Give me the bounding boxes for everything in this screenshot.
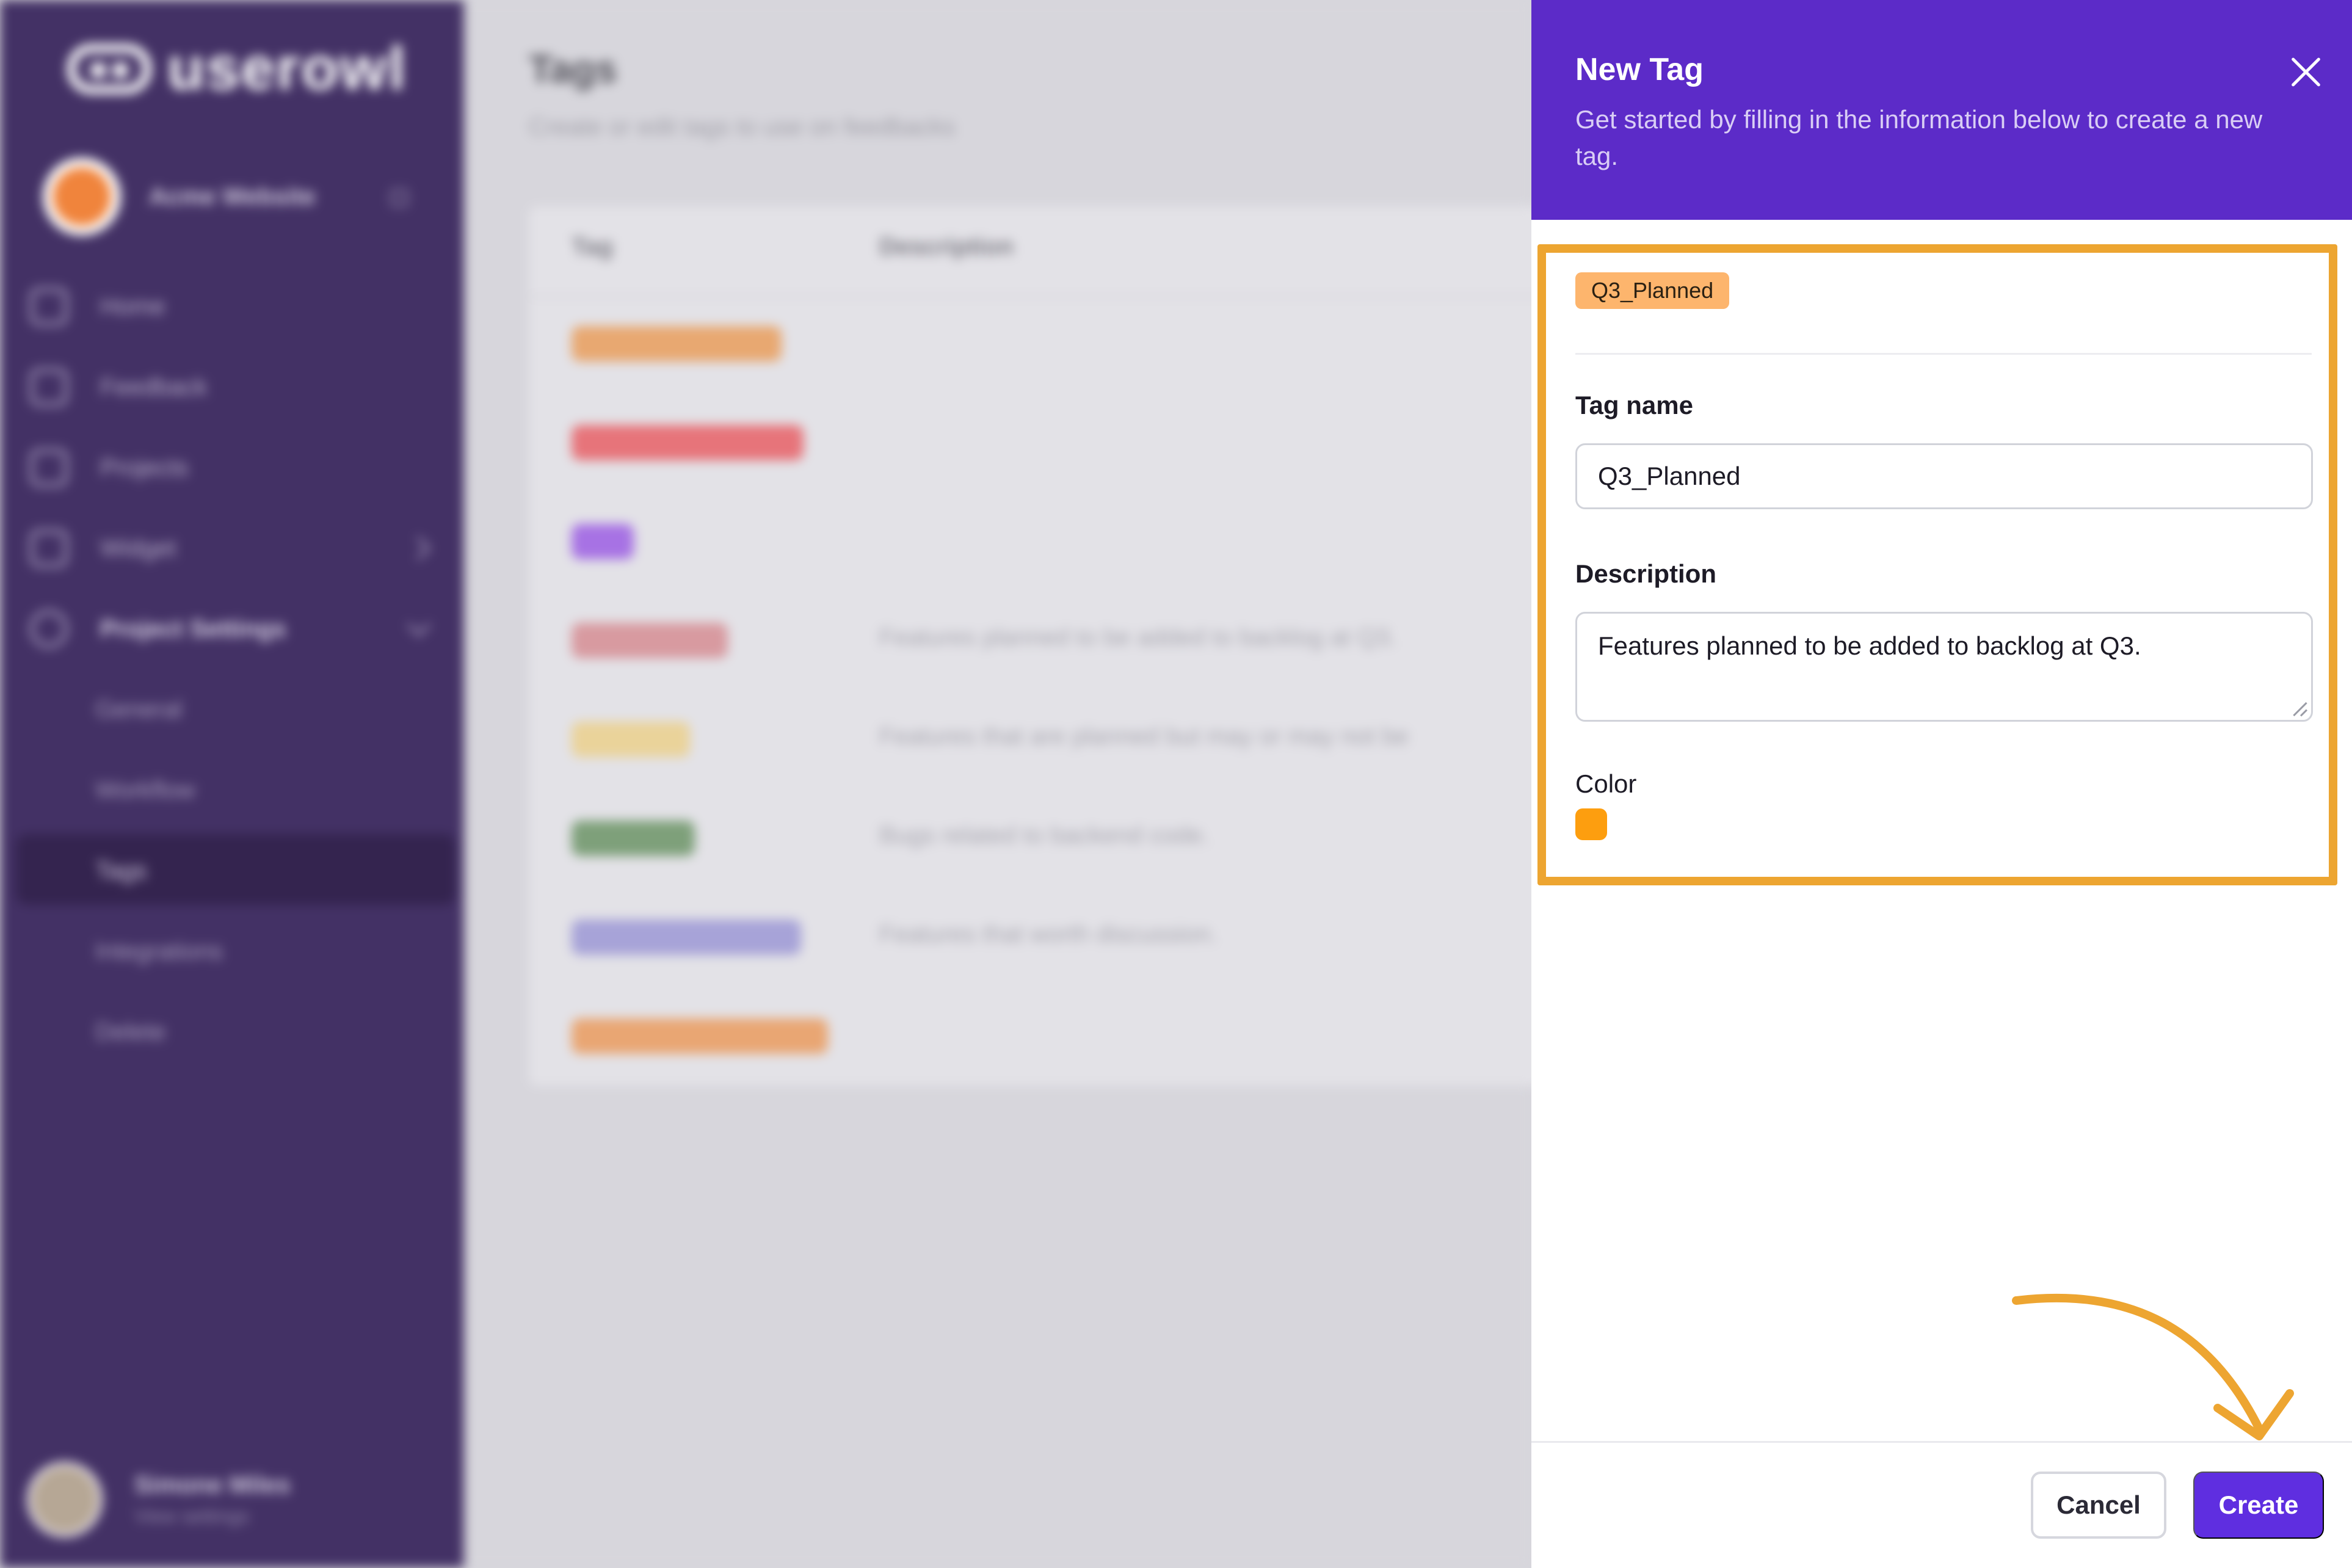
row-description: Features that are planned but may or may… [879, 723, 1409, 750]
row-description: Features that worth discussion. [879, 921, 1218, 948]
row-description: Features planned to be added to backlog … [879, 624, 1397, 651]
create-button[interactable]: Create [2193, 1472, 2324, 1539]
tag-chip[interactable] [572, 623, 728, 658]
drawer-description: Get started by filling in the informatio… [1575, 105, 2263, 170]
row-description: Bugs related to backend code. [879, 822, 1210, 849]
tags-table: Tag Description Features planned to be a… [529, 206, 1567, 1086]
sidebar-subitem-delete[interactable]: Delete [95, 1018, 166, 1046]
page-title: Tags [529, 47, 617, 91]
widget-icon [29, 529, 68, 568]
sidebar-subitem-workflow[interactable]: Workflow [95, 777, 195, 804]
tag-chip[interactable] [572, 920, 801, 955]
chevron-right-icon [407, 536, 431, 561]
active-nav-highlight [16, 834, 456, 905]
sidebar: userowl Acme Website Home Feedback Proje… [0, 0, 464, 1568]
sidebar-item-label: Project Settings [100, 615, 286, 642]
sidebar-item-home[interactable]: Home [29, 287, 165, 326]
home-icon [29, 287, 68, 326]
tag-chip[interactable] [572, 524, 634, 559]
tag-chip[interactable] [572, 326, 782, 361]
sidebar-item-project-settings[interactable]: Project Settings [29, 609, 286, 648]
project-avatar [43, 158, 121, 236]
arrow-annotation-icon [2012, 1293, 2294, 1440]
project-switcher[interactable]: Acme Website [43, 158, 316, 236]
gear-icon [29, 609, 68, 648]
logo: userowl [67, 34, 407, 104]
sidebar-subitem-integrations[interactable]: Integrations [95, 938, 223, 965]
sidebar-item-label: Projects [100, 454, 189, 481]
column-header-tag: Tag [572, 233, 614, 260]
avatar [27, 1462, 103, 1537]
sidebar-item-label: Widget [100, 534, 176, 562]
sidebar-item-projects[interactable]: Projects [29, 448, 189, 487]
close-icon[interactable] [2284, 50, 2328, 94]
briefcase-icon [29, 448, 68, 487]
sidebar-subitem-general[interactable]: General [95, 696, 182, 724]
tag-chip[interactable] [572, 821, 695, 856]
divider [529, 296, 1567, 297]
sidebar-item-label: Feedback [100, 373, 208, 401]
logo-text: userowl [167, 34, 407, 103]
chat-icon [29, 368, 68, 407]
cancel-button[interactable]: Cancel [2031, 1472, 2166, 1539]
sidebar-item-label: Home [100, 292, 165, 320]
owl-logo-icon [67, 43, 151, 94]
user-menu[interactable]: Simone Miles View settings [27, 1462, 291, 1537]
main-content: Tags Create or edit tags to use on feedb… [464, 0, 1567, 1568]
drawer-header: New Tag Get started by filling in the in… [1531, 0, 2352, 220]
tag-chip[interactable] [572, 1018, 828, 1054]
page-subtitle: Create or edit tags to use on feedbacks [529, 114, 956, 140]
user-name: Simone Miles [134, 1472, 291, 1498]
sidebar-item-feedback[interactable]: Feedback [29, 368, 208, 407]
sidebar-subitem-tags[interactable]: Tags [95, 857, 147, 885]
background-app: userowl Acme Website Home Feedback Proje… [0, 0, 1567, 1568]
column-header-description: Description [879, 233, 1014, 260]
drawer-title: New Tag [1575, 52, 1704, 87]
tag-chip[interactable] [572, 722, 690, 757]
chevron-down-icon [407, 613, 431, 637]
form-highlight-box [1537, 244, 2337, 885]
project-name: Acme Website [149, 183, 316, 210]
tag-chip[interactable] [572, 425, 804, 460]
project-switch-icon[interactable] [391, 189, 408, 206]
user-subtitle: View settings [134, 1505, 249, 1527]
sidebar-item-widget[interactable]: Widget [29, 529, 176, 568]
